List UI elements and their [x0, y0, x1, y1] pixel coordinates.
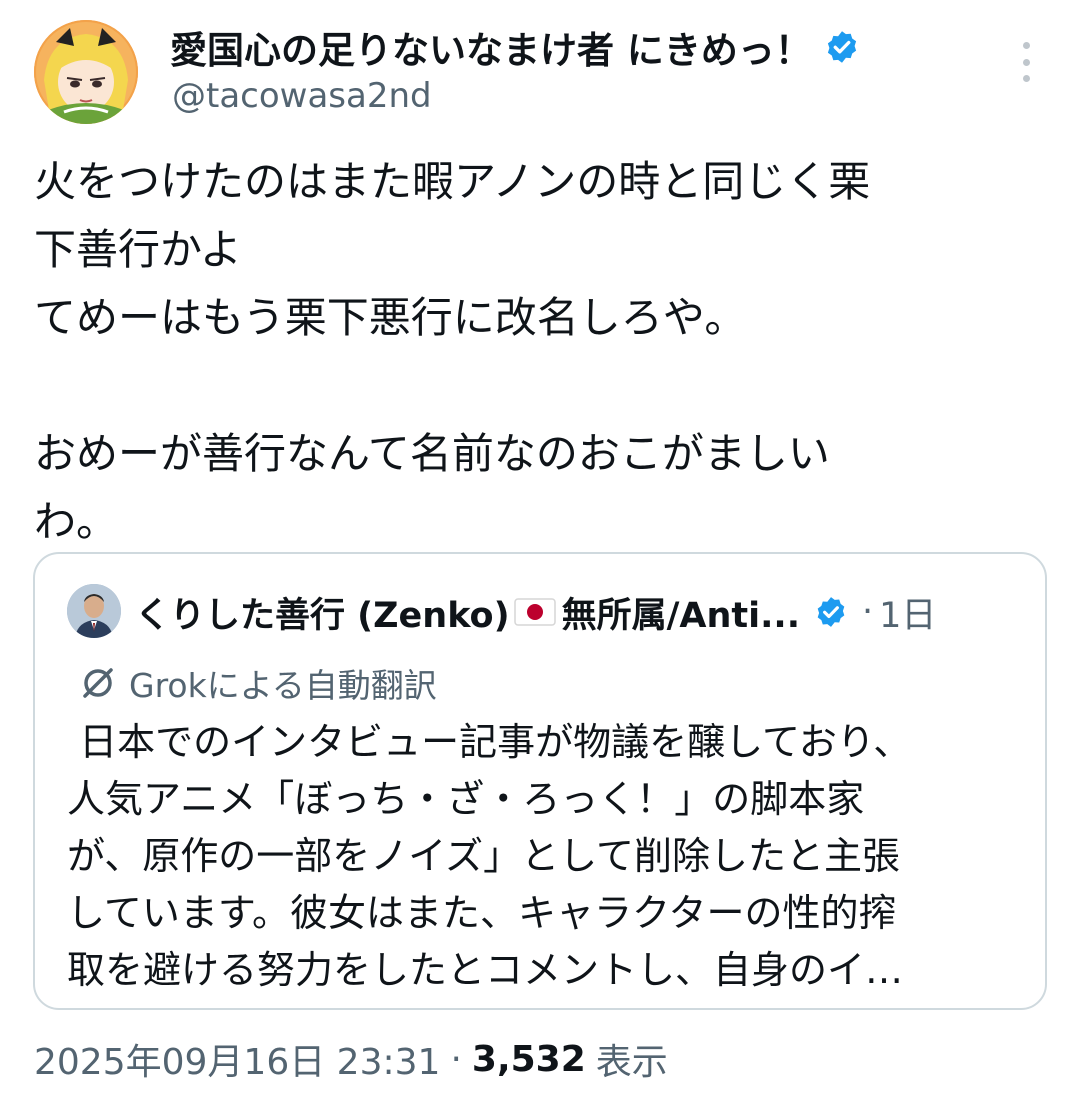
author-avatar[interactable]	[34, 20, 138, 124]
views-label: 表示	[595, 1042, 668, 1083]
quoted-author-name: くりした善行 (Zenko)	[135, 595, 510, 636]
quoted-verified-badge-icon	[814, 595, 848, 629]
views-count: 3,532	[471, 1038, 586, 1080]
anime-girl-avatar-icon	[34, 20, 138, 124]
tweet-meta: 2025年09月16日 23:31 · 3,532 表示	[34, 1034, 668, 1084]
more-options-icon[interactable]	[1012, 42, 1040, 82]
quoted-tweet-text: 日本でのインタビュー記事が物議を醸しており、 人気アニメ「ぼっち・ざ・ろっく！」…	[67, 720, 912, 992]
quoted-tweet-header: くりした善行 (Zenko) 無所属/Anti... · 1日	[135, 584, 936, 640]
translation-text: Grokによる自動翻訳	[129, 666, 437, 705]
quoted-separator: ·	[862, 592, 874, 632]
author-handle[interactable]: @tacowasa2nd	[172, 76, 432, 116]
grok-icon	[79, 664, 117, 702]
author-name-row: 愛国心の足りないなまけ者 にきめっ！	[170, 22, 860, 72]
meta-separator: ·	[450, 1038, 462, 1080]
quoted-timestamp: 1日	[879, 595, 937, 636]
tweet-timestamp[interactable]: 2025年09月16日 23:31	[34, 1033, 440, 1085]
author-display-name[interactable]: 愛国心の足りないなまけ者 にきめっ！	[170, 20, 812, 74]
japan-flag-icon	[512, 595, 558, 629]
quoted-author-affiliation: 無所属/Anti...	[561, 595, 800, 636]
verified-badge-icon	[824, 29, 860, 65]
quoted-author-avatar	[67, 584, 121, 638]
tweet: 愛国心の足りないなまけ者 にきめっ！ @tacowasa2nd 火をつけたのはま…	[0, 0, 1080, 1105]
person-avatar-icon	[67, 584, 121, 638]
tweet-text: 火をつけたのはまた暇アノンの時と同じく栗 下善行かよ てめーはもう栗下悪行に改名…	[34, 157, 871, 546]
grok-translation-label: Grokによる自動翻訳	[79, 660, 437, 706]
quoted-tweet-card[interactable]: くりした善行 (Zenko) 無所属/Anti... · 1日 Grokによる自…	[33, 552, 1047, 1010]
